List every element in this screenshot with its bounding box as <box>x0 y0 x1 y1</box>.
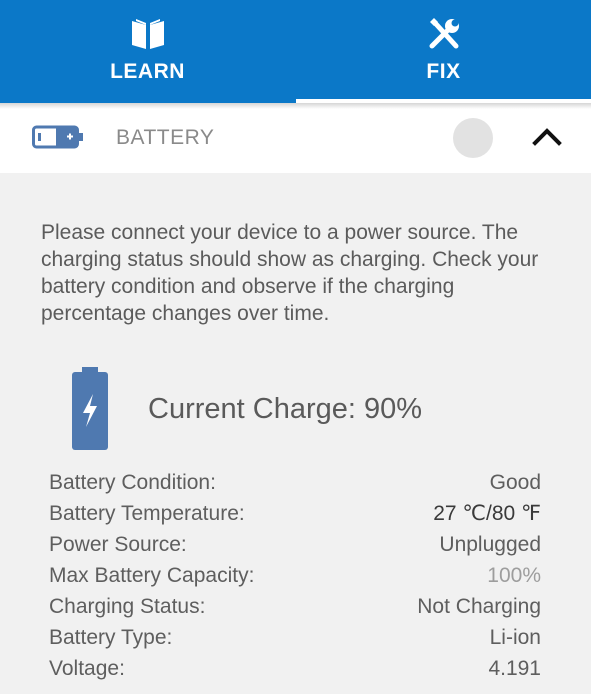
detail-value: Li-ion <box>489 625 541 649</box>
detail-value: 100% <box>487 563 541 587</box>
detail-label: Charging Status: <box>49 594 206 618</box>
detail-row-voltage: Voltage: 4.191 <box>49 653 541 684</box>
status-indicator <box>453 118 493 158</box>
tab-learn-label: LEARN <box>110 60 185 83</box>
section-title: BATTERY <box>116 126 215 149</box>
tab-fix[interactable]: FIX <box>296 0 591 103</box>
detail-label: Battery Type: <box>49 625 173 649</box>
book-icon <box>131 19 164 49</box>
battery-details: Battery Condition: Good Battery Temperat… <box>49 467 541 684</box>
chevron-up-icon[interactable] <box>531 126 563 148</box>
current-charge: Current Charge: 90% <box>148 393 423 425</box>
detail-value: 4.191 <box>488 656 541 680</box>
detail-label: Power Source: <box>49 532 187 556</box>
detail-label: Voltage: <box>49 656 125 680</box>
detail-label: Battery Temperature: <box>49 501 245 525</box>
detail-row-battery-type: Battery Type: Li-ion <box>49 622 541 653</box>
detail-value: Unplugged <box>439 532 541 556</box>
detail-value: 27 ℃/80 ℉ <box>433 502 541 525</box>
detail-row-charging-status: Charging Status: Not Charging <box>49 591 541 622</box>
detail-row-power-source: Power Source: Unplugged <box>49 529 541 560</box>
tab-learn[interactable]: LEARN <box>0 0 295 103</box>
detail-value: Not Charging <box>417 594 541 618</box>
detail-label: Battery Condition: <box>49 470 216 494</box>
detail-row-condition: Battery Condition: Good <box>49 467 541 498</box>
detail-label: Max Battery Capacity: <box>49 563 255 587</box>
tools-icon <box>429 18 459 49</box>
detail-row-max-capacity: Max Battery Capacity: 100% <box>49 560 541 591</box>
battery-section-header[interactable] <box>0 103 591 173</box>
battery-charging-icon <box>72 367 108 450</box>
instructions-text: Please connect your device to a power so… <box>41 221 539 325</box>
top-tab-bar: LEARN FIX <box>0 0 591 103</box>
tab-fix-label: FIX <box>426 60 461 83</box>
battery-icon <box>32 125 83 149</box>
detail-value: Good <box>489 470 541 494</box>
detail-row-temperature: Battery Temperature: 27 ℃/80 ℉ <box>49 498 541 529</box>
header-shadow <box>0 103 591 109</box>
